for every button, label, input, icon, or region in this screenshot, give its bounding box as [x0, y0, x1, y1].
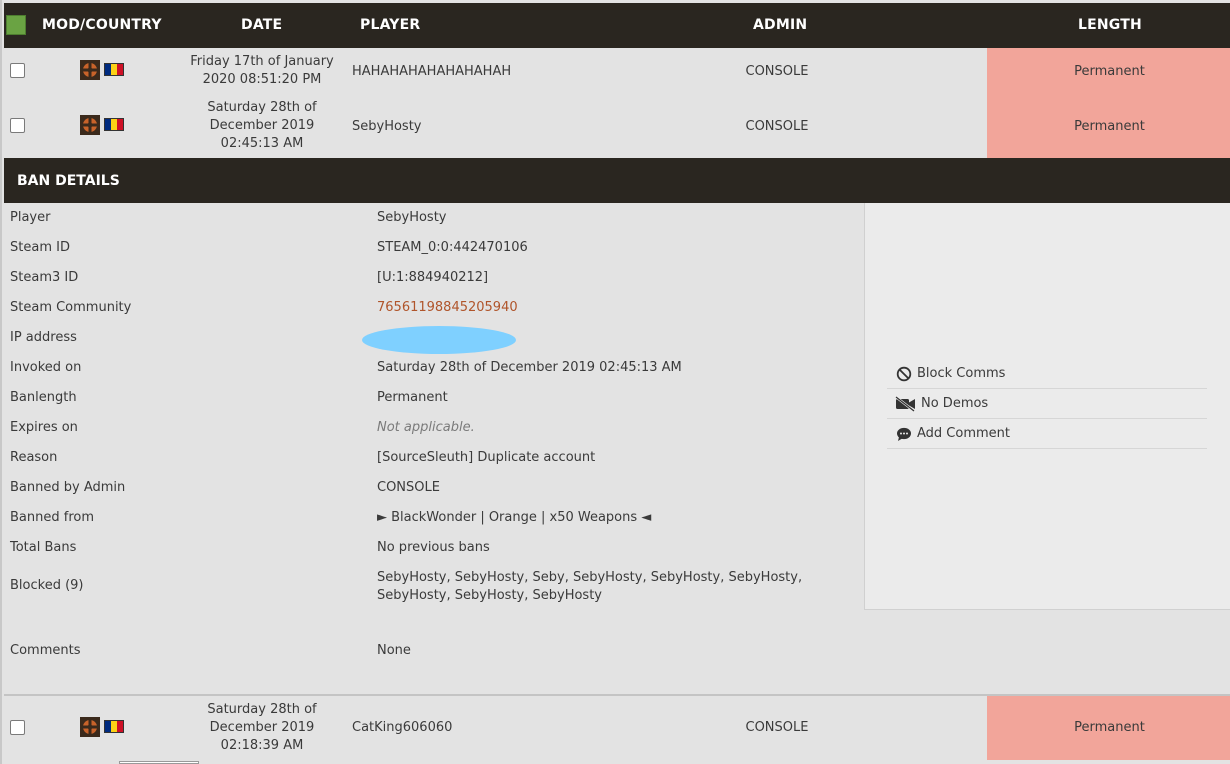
- detail-label-banlength: Banlength: [10, 390, 77, 405]
- row-admin: CONSOLE: [745, 119, 809, 134]
- row-player: SebyHosty: [352, 119, 422, 134]
- row-checkbox[interactable]: [10, 118, 25, 133]
- col-date[interactable]: DATE: [241, 17, 282, 33]
- row-length: Permanent: [987, 48, 1230, 94]
- detail-value-banned-from: ► BlackWonder | Orange | x50 Weapons ◄: [377, 510, 652, 525]
- detail-label-banned-by-admin: Banned by Admin: [10, 480, 126, 495]
- row-length: Permanent: [987, 94, 1230, 158]
- detail-label-steam-community: Steam Community: [10, 300, 132, 315]
- detail-label-blocked: Blocked (9): [10, 578, 84, 593]
- detail-label-steam3-id: Steam3 ID: [10, 270, 79, 285]
- row-length: Permanent: [987, 696, 1230, 760]
- tf2-mod-icon: [80, 717, 100, 737]
- detail-value-steam3-id: [U:1:884940212]: [377, 270, 489, 285]
- comment-icon: [897, 427, 911, 441]
- block-comms-action[interactable]: Block Comms: [887, 359, 1207, 389]
- detail-label-ip-address: IP address: [10, 330, 77, 345]
- row-player: HAHAHAHAHAHAHAHAH: [352, 64, 512, 79]
- detail-value-invoked-on: Saturday 28th of December 2019 02:45:13 …: [377, 360, 682, 375]
- col-mod-country[interactable]: MOD/COUNTRY: [42, 17, 162, 33]
- row-date: Saturday 28th of December 2019 02:45:13 …: [207, 100, 317, 151]
- detail-value-comments: None: [377, 643, 411, 658]
- tf2-mod-icon: [80, 60, 100, 80]
- row-checkbox[interactable]: [10, 63, 25, 78]
- select-all-checkbox[interactable]: [6, 15, 26, 35]
- row-player: CatKing606060: [352, 720, 453, 735]
- steam-community-link[interactable]: 76561198845205940: [377, 300, 518, 315]
- bans-table: MOD/COUNTRY DATE PLAYER ADMIN LENGTH Fri…: [0, 0, 1230, 764]
- detail-label-total-bans: Total Bans: [10, 540, 77, 555]
- tf2-mod-icon: [80, 115, 100, 135]
- detail-label-invoked-on: Invoked on: [10, 360, 82, 375]
- block-icon: [896, 366, 912, 381]
- table-row[interactable]: Saturday 28th of December 2019 02:18:39 …: [4, 696, 1230, 760]
- detail-value-banlength: Permanent: [377, 390, 448, 405]
- detail-label-expires-on: Expires on: [10, 420, 78, 435]
- row-admin: CONSOLE: [745, 720, 809, 735]
- row-admin: CONSOLE: [745, 64, 809, 79]
- romania-flag-icon: [104, 118, 124, 131]
- detail-value-reason: [SourceSleuth] Duplicate account: [377, 450, 596, 465]
- ban-details-header: BAN DETAILS: [4, 158, 1230, 203]
- detail-label-comments: Comments: [10, 643, 81, 658]
- detail-value-player: SebyHosty: [377, 210, 447, 225]
- romania-flag-icon: [104, 63, 124, 76]
- detail-label-banned-from: Banned from: [10, 510, 94, 525]
- detail-value-steam-id: STEAM_0:0:442470106: [377, 240, 528, 255]
- table-row-selected[interactable]: Saturday 28th of December 2019 02:45:13 …: [4, 94, 1230, 158]
- table-header: MOD/COUNTRY DATE PLAYER ADMIN LENGTH: [4, 3, 1230, 48]
- row-checkbox[interactable]: [10, 720, 25, 735]
- row-date: Saturday 28th of December 2019 02:18:39 …: [207, 702, 317, 753]
- col-player[interactable]: PLAYER: [360, 17, 420, 33]
- detail-value-blocked: SebyHosty, SebyHosty, Seby, SebyHosty, S…: [377, 570, 803, 603]
- col-length[interactable]: LENGTH: [1078, 17, 1142, 33]
- no-demos-action[interactable]: No Demos: [887, 389, 1207, 419]
- ip-redaction-mark: [362, 326, 516, 354]
- detail-value-expires-on: Not applicable.: [377, 420, 475, 435]
- no-video-icon: [895, 395, 915, 412]
- detail-value-total-bans: No previous bans: [377, 540, 490, 555]
- detail-label-steam-id: Steam ID: [10, 240, 70, 255]
- table-row[interactable]: Friday 17th of January 2020 08:51:20 PM …: [4, 48, 1230, 94]
- romania-flag-icon: [104, 720, 124, 733]
- detail-value-banned-by-admin: CONSOLE: [377, 480, 440, 495]
- add-comment-action[interactable]: Add Comment: [887, 419, 1207, 449]
- row-date: Friday 17th of January 2020 08:51:20 PM: [190, 54, 334, 87]
- col-admin[interactable]: ADMIN: [753, 17, 807, 33]
- detail-label-reason: Reason: [10, 450, 58, 465]
- detail-label-player: Player: [10, 210, 51, 225]
